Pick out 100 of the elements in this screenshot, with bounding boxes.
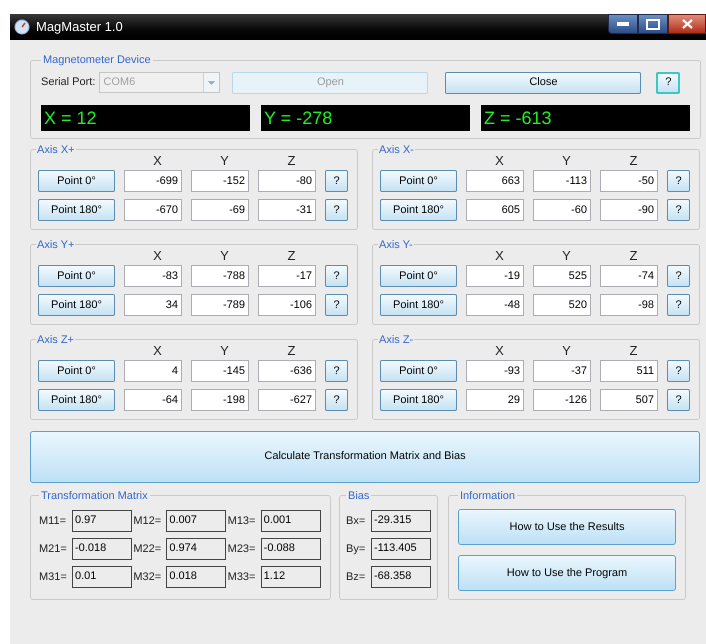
cell-label: M13= bbox=[228, 514, 256, 529]
value-field[interactable]: 507 bbox=[600, 389, 658, 411]
column-header: X bbox=[494, 154, 505, 168]
value-field[interactable]: 605 bbox=[466, 199, 524, 221]
help-button[interactable]: ? bbox=[325, 360, 348, 382]
value-field[interactable]: -80 bbox=[258, 170, 316, 192]
column-header: Z bbox=[286, 344, 296, 358]
point-button[interactable]: Point 180° bbox=[38, 389, 115, 411]
column-header: Y bbox=[219, 249, 230, 263]
help-button[interactable]: ? bbox=[667, 170, 690, 192]
value-field[interactable]: -31 bbox=[258, 199, 316, 221]
help-button[interactable]: ? bbox=[667, 389, 690, 411]
value-field[interactable]: 663 bbox=[466, 170, 524, 192]
value-field[interactable]: -113 bbox=[533, 170, 591, 192]
info-button[interactable]: How to Use the Results bbox=[458, 509, 676, 545]
bias-label: By= bbox=[346, 542, 366, 557]
window-title: MagMaster 1.0 bbox=[36, 18, 123, 36]
bias-label: Bx= bbox=[346, 514, 366, 529]
value-field[interactable]: 520 bbox=[533, 294, 591, 316]
info-button[interactable]: How to Use the Program bbox=[458, 555, 676, 591]
group-title: Magnetometer Device bbox=[42, 53, 152, 68]
output-field: -29.315 bbox=[371, 510, 431, 532]
help-button[interactable]: ? bbox=[667, 199, 690, 221]
value-field[interactable]: 34 bbox=[124, 294, 182, 316]
help-button[interactable]: ? bbox=[656, 72, 680, 94]
point-button[interactable]: Point 0° bbox=[380, 265, 457, 287]
column-header: X bbox=[494, 344, 505, 358]
column-header: X bbox=[152, 344, 163, 358]
point-button[interactable]: Point 0° bbox=[38, 265, 115, 287]
value-field[interactable]: -106 bbox=[258, 294, 316, 316]
value-field[interactable]: -17 bbox=[258, 265, 316, 287]
group-title: Information bbox=[459, 488, 516, 504]
output-field: 0.007 bbox=[166, 510, 226, 532]
value-field[interactable]: -198 bbox=[191, 389, 249, 411]
help-button[interactable]: ? bbox=[325, 170, 348, 192]
point-button[interactable]: Point 0° bbox=[38, 170, 115, 192]
point-button[interactable]: Point 180° bbox=[38, 294, 115, 316]
value-field[interactable]: -126 bbox=[533, 389, 591, 411]
value-field[interactable]: 511 bbox=[600, 360, 658, 382]
output-field: 1.12 bbox=[260, 566, 321, 588]
point-button[interactable]: Point 180° bbox=[380, 389, 457, 411]
cell-label: M32= bbox=[133, 570, 162, 585]
value-field[interactable]: -83 bbox=[124, 265, 182, 287]
column-header: Y bbox=[219, 344, 230, 358]
value-field[interactable]: -627 bbox=[258, 389, 316, 411]
calculate-button[interactable]: Calculate Transformation Matrix and Bias bbox=[30, 430, 700, 482]
output-field: 0.018 bbox=[166, 566, 226, 588]
help-button[interactable]: ? bbox=[667, 294, 690, 316]
cell-label: M33= bbox=[228, 570, 256, 585]
point-button[interactable]: Point 0° bbox=[380, 360, 457, 382]
value-field[interactable]: -74 bbox=[600, 265, 658, 287]
value-field[interactable]: -19 bbox=[466, 265, 524, 287]
group-title: Axis X- bbox=[378, 142, 415, 158]
bias-label: Bz= bbox=[346, 570, 366, 585]
column-header: Y bbox=[561, 344, 572, 358]
value-field[interactable]: -670 bbox=[124, 199, 182, 221]
column-header: X bbox=[152, 249, 163, 263]
cell-label: M31= bbox=[39, 570, 68, 585]
serial-port-label: Serial Port: bbox=[41, 75, 96, 90]
help-button[interactable]: ? bbox=[325, 265, 348, 287]
value-field[interactable]: 525 bbox=[533, 265, 591, 287]
help-button[interactable]: ? bbox=[667, 265, 690, 287]
value-field[interactable]: -50 bbox=[600, 170, 658, 192]
column-header: Z bbox=[628, 249, 638, 263]
value-field[interactable]: -788 bbox=[191, 265, 249, 287]
group-title: Axis Y+ bbox=[36, 238, 76, 252]
column-header: Y bbox=[561, 249, 572, 263]
value-field[interactable]: -789 bbox=[191, 294, 249, 316]
column-header: X bbox=[152, 154, 163, 168]
column-header: X bbox=[494, 249, 505, 263]
readout-display: X = 12 bbox=[41, 104, 250, 130]
value-field[interactable]: -64 bbox=[124, 389, 182, 411]
value-field[interactable]: -90 bbox=[600, 199, 658, 221]
value-field[interactable]: -48 bbox=[466, 294, 524, 316]
help-button[interactable]: ? bbox=[325, 294, 348, 316]
help-button[interactable]: ? bbox=[325, 199, 348, 221]
readout-display: Y = -278 bbox=[261, 104, 470, 130]
help-button[interactable]: ? bbox=[325, 389, 348, 411]
column-header: Y bbox=[219, 154, 230, 168]
point-button[interactable]: Point 180° bbox=[380, 294, 457, 316]
value-field[interactable]: -69 bbox=[191, 199, 249, 221]
value-field[interactable]: -636 bbox=[258, 360, 316, 382]
value-field[interactable]: -37 bbox=[533, 360, 591, 382]
close-button[interactable]: Close bbox=[445, 72, 642, 94]
value-field[interactable]: 29 bbox=[466, 389, 524, 411]
point-button[interactable]: Point 0° bbox=[380, 170, 457, 192]
output-field: -0.088 bbox=[260, 538, 321, 560]
value-field[interactable]: -60 bbox=[533, 199, 591, 221]
point-button[interactable]: Point 180° bbox=[38, 199, 115, 221]
point-button[interactable]: Point 180° bbox=[380, 199, 457, 221]
point-button[interactable]: Point 0° bbox=[38, 360, 115, 382]
value-field[interactable]: 4 bbox=[124, 360, 182, 382]
value-field[interactable]: -93 bbox=[466, 360, 524, 382]
value-field[interactable]: -152 bbox=[191, 170, 249, 192]
value-field[interactable]: -98 bbox=[600, 294, 658, 316]
value-field[interactable]: -145 bbox=[191, 360, 249, 382]
value-field[interactable]: -699 bbox=[124, 170, 182, 192]
output-field: 0.974 bbox=[166, 538, 226, 560]
column-header: Z bbox=[286, 249, 296, 263]
help-button[interactable]: ? bbox=[667, 360, 690, 382]
